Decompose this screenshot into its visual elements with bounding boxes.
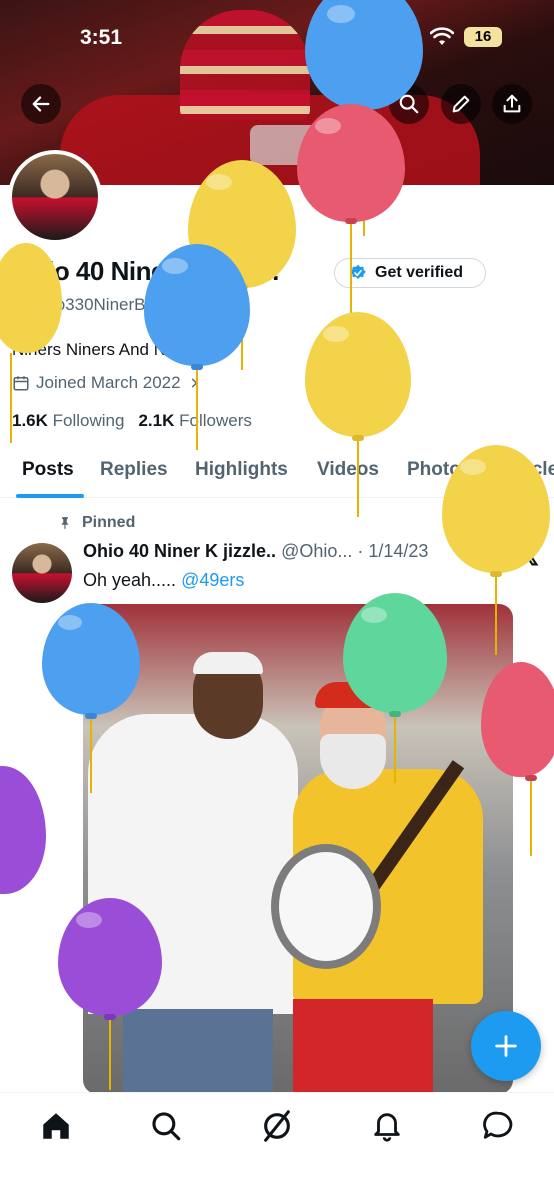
search-icon	[399, 94, 419, 114]
banner-bottle	[250, 125, 370, 165]
tab-articles[interactable]: Articles	[499, 459, 554, 481]
tweet-separator: ·	[357, 541, 364, 561]
search-button[interactable]	[389, 84, 429, 124]
followers-count: 2.1K	[138, 411, 175, 430]
joined-label: Joined March 2022	[36, 373, 181, 392]
pencil-icon	[452, 95, 470, 113]
followers-label: Followers	[179, 411, 252, 430]
wifi-icon	[430, 27, 454, 45]
edit-button[interactable]	[441, 84, 481, 124]
tweet-body: Oh yeah.....	[83, 570, 177, 590]
calendar-icon	[13, 376, 29, 391]
chat-icon	[483, 1111, 513, 1139]
nav-search[interactable]	[149, 1109, 183, 1143]
photo-banjo	[271, 844, 381, 969]
back-button[interactable]	[21, 84, 61, 124]
tweet-text: Oh yeah..... @49ers	[83, 570, 244, 591]
nav-messages[interactable]	[481, 1109, 515, 1143]
profile-avatar[interactable]	[8, 150, 102, 244]
photo-person-2-pants	[293, 999, 433, 1094]
status-time: 3:51	[80, 26, 123, 49]
home-icon	[43, 1113, 69, 1139]
following-label: Following	[52, 411, 125, 430]
profile-handle: @Ohio330NinerBoy	[12, 295, 164, 314]
get-verified-button[interactable]: Get verified	[334, 258, 486, 288]
active-tab-indicator	[16, 494, 84, 498]
plus-icon	[495, 1035, 517, 1057]
share-button[interactable]	[492, 84, 532, 124]
nav-notifications[interactable]	[370, 1109, 404, 1143]
photo-person-1-body	[88, 714, 298, 1014]
x-logo-icon[interactable]: 𝕏	[518, 541, 539, 572]
tweet-handle[interactable]: @Ohio...	[281, 541, 352, 561]
chevron-right-icon	[191, 378, 197, 388]
status-bar: 3:51 16	[0, 22, 554, 54]
tweet-mention[interactable]: @49ers	[181, 570, 244, 590]
tab-photos[interactable]: Photos	[407, 459, 471, 481]
following-count: 1.6K	[12, 411, 48, 430]
photo-person-1-jeans	[123, 1009, 273, 1094]
cellular-signal-icon	[393, 30, 415, 46]
battery-indicator: 16	[464, 27, 502, 47]
tab-posts[interactable]: Posts	[22, 459, 74, 481]
pinned-label: Pinned	[82, 514, 136, 531]
bottom-nav	[0, 1092, 554, 1200]
get-verified-label: Get verified	[375, 264, 464, 281]
joined-date[interactable]: Joined March 2022	[12, 373, 201, 393]
pinned-indicator: Pinned	[58, 514, 135, 532]
profile-name: Ohio 40 Niner K jizzle..	[12, 256, 279, 286]
compose-button[interactable]	[471, 1011, 541, 1081]
follow-stats: 1.6K Following 2.1K Followers	[12, 411, 252, 431]
tweet-author[interactable]: Ohio 40 Niner K jizzle..	[83, 541, 276, 561]
nav-grok[interactable]	[260, 1109, 294, 1143]
tab-videos[interactable]: Videos	[317, 459, 379, 481]
photo-person-2-hat	[315, 682, 391, 708]
tweet-header: Ohio 40 Niner K jizzle.. @Ohio... · 1/14…	[83, 541, 428, 562]
followers-link[interactable]: 2.1K Followers	[138, 411, 251, 431]
tab-highlights[interactable]: Highlights	[195, 459, 288, 481]
back-arrow-icon	[32, 96, 50, 112]
pin-icon	[61, 517, 69, 529]
profile-bio: Niners Niners And Niners	[12, 340, 203, 359]
bell-icon	[374, 1113, 400, 1142]
photo-person-1-cap	[193, 652, 263, 674]
tab-replies[interactable]: Replies	[100, 459, 168, 481]
search-icon	[152, 1112, 181, 1141]
balloon-purple-left	[0, 766, 46, 896]
share-icon	[503, 94, 521, 113]
verified-badge-icon	[350, 264, 366, 279]
tweet-date[interactable]: 1/14/23	[368, 541, 428, 561]
following-link[interactable]: 1.6K Following	[12, 411, 124, 431]
profile-tabs: Posts Replies Highlights Videos Photos A…	[0, 450, 554, 498]
tweet-avatar[interactable]	[12, 543, 72, 603]
tweet-photo[interactable]	[83, 604, 513, 1094]
nav-home[interactable]	[39, 1109, 73, 1143]
grok-icon	[264, 1110, 290, 1142]
